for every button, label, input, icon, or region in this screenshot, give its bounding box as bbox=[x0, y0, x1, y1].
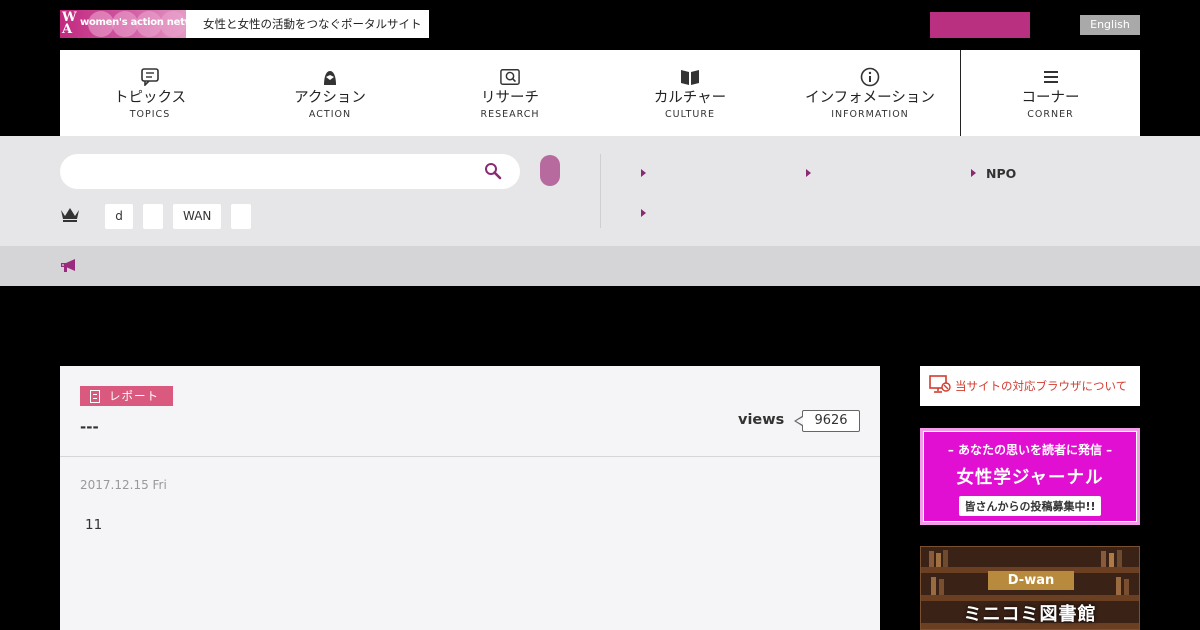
arrow-right-icon bbox=[641, 169, 646, 177]
logo-text: women's action network bbox=[80, 17, 186, 28]
nav-information[interactable]: インフォメーション INFORMATION bbox=[780, 50, 960, 136]
notice-bar bbox=[0, 246, 1200, 286]
magnifier-icon bbox=[500, 68, 520, 86]
site-logo[interactable]: WA women's action network 女性と女性の活動をつなぐポー… bbox=[60, 10, 429, 38]
article-header: レポート --- views 9626 bbox=[60, 366, 880, 457]
search-band: d WAN NPO bbox=[0, 136, 1200, 246]
divider bbox=[600, 154, 601, 228]
nav-culture[interactable]: カルチャー CULTURE bbox=[600, 50, 780, 136]
nav-label: リサーチ bbox=[481, 90, 539, 106]
nav-label: コーナー bbox=[1021, 90, 1080, 106]
dwan-title: ミニコミ図書館 bbox=[963, 604, 1097, 625]
nav-label: カルチャー bbox=[653, 90, 727, 106]
journal-cta: 皆さんからの投稿募集中!! bbox=[959, 496, 1101, 516]
nav-corner[interactable]: コーナー CORNER bbox=[960, 50, 1140, 136]
popular-tag[interactable] bbox=[231, 204, 251, 229]
search-icon[interactable] bbox=[484, 162, 502, 184]
site-tagline: 女性と女性の活動をつなぐポータルサイト bbox=[203, 17, 422, 31]
popular-tag[interactable] bbox=[143, 204, 163, 229]
article-date: 2017.12.15 Fri bbox=[80, 478, 167, 492]
crown-icon bbox=[60, 206, 80, 226]
menu-icon bbox=[1041, 68, 1061, 86]
journal-banner[interactable]: – あなたの思いを読者に発信 – 女性学ジャーナル 皆さんからの投稿募集中!! bbox=[920, 428, 1140, 525]
speech-bubble-icon bbox=[140, 68, 160, 86]
journal-title: 女性学ジャーナル bbox=[956, 468, 1104, 488]
member-button[interactable] bbox=[930, 12, 1030, 38]
nav-sublabel: CULTURE bbox=[665, 109, 715, 120]
document-icon bbox=[90, 389, 100, 403]
popular-tag[interactable]: WAN bbox=[173, 204, 221, 229]
nav-research[interactable]: リサーチ RESEARCH bbox=[420, 50, 600, 136]
category-label: レポート bbox=[109, 389, 159, 403]
article-card: レポート --- views 9626 2017.12.15 Fri 11 bbox=[60, 366, 880, 630]
nav-sublabel: CORNER bbox=[1027, 109, 1074, 120]
views-count: 9626 bbox=[794, 410, 860, 432]
english-button[interactable]: English bbox=[1080, 15, 1140, 35]
book-icon bbox=[680, 68, 700, 86]
browser-support-banner[interactable]: 当サイトの対応ブラウザについて bbox=[920, 366, 1140, 406]
wan-logo-mark: WA women's action network bbox=[60, 10, 186, 38]
arrow-right-icon bbox=[971, 169, 976, 177]
top-bar: WA women's action network 女性と女性の活動をつなぐポー… bbox=[0, 0, 1200, 50]
popular-tag[interactable]: d bbox=[105, 204, 133, 229]
category-badge[interactable]: レポート bbox=[80, 386, 173, 406]
dwan-library-banner[interactable]: D-wan ミニコミ図書館 bbox=[920, 546, 1140, 630]
views-label: views bbox=[738, 412, 785, 428]
search-toggle-button[interactable] bbox=[540, 155, 560, 186]
nav-label: インフォメーション bbox=[805, 90, 935, 106]
arrow-right-icon bbox=[641, 209, 646, 217]
article-body: 11 bbox=[85, 517, 103, 533]
nav-sublabel: ACTION bbox=[308, 109, 352, 120]
nav-action[interactable]: アクション ACTION bbox=[240, 50, 420, 136]
nav-sublabel: INFORMATION bbox=[831, 109, 909, 120]
quick-link[interactable]: NPO bbox=[986, 166, 1016, 181]
nav-sublabel: RESEARCH bbox=[480, 109, 540, 120]
nav-sublabel: TOPICS bbox=[129, 109, 171, 120]
journal-tagline: – あなたの思いを読者に発信 – bbox=[947, 443, 1113, 457]
nav-topics[interactable]: トピックス TOPICS bbox=[60, 50, 240, 136]
info-icon bbox=[860, 67, 880, 87]
browser-support-text: 当サイトの対応ブラウザについて bbox=[955, 379, 1128, 393]
dwan-tag: D-wan bbox=[988, 571, 1074, 590]
nav-label: トピックス bbox=[113, 90, 187, 106]
article-title: --- bbox=[80, 418, 99, 436]
monitor-icon bbox=[929, 375, 951, 397]
arrow-right-icon bbox=[806, 169, 811, 177]
search-input[interactable] bbox=[60, 154, 520, 189]
megaphone-icon bbox=[60, 258, 78, 277]
nav-label: アクション bbox=[294, 90, 366, 106]
person-icon bbox=[320, 68, 340, 86]
main-nav: トピックス TOPICS アクション ACTION リサーチ RESEARCH … bbox=[60, 50, 1140, 136]
